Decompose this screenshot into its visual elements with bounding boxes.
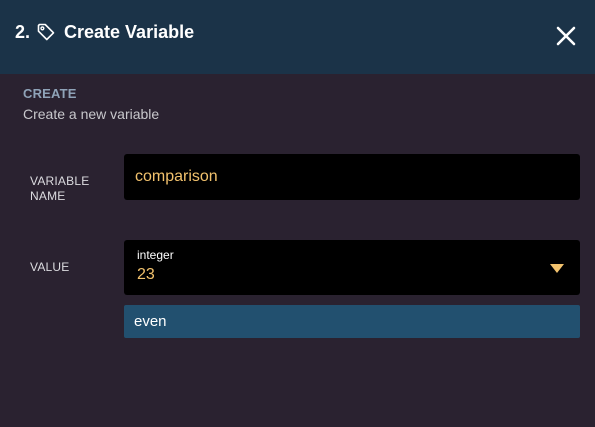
section-heading: CREATE: [23, 86, 77, 101]
section-subheading: Create a new variable: [23, 106, 160, 122]
create-variable-dialog: 2. Create Variable CREATE Create a new v…: [0, 0, 595, 427]
variable-name-input[interactable]: comparison: [124, 154, 580, 200]
close-icon[interactable]: [554, 24, 578, 48]
value-option-even[interactable]: even: [124, 305, 580, 338]
value-label: VALUE: [30, 260, 70, 274]
dialog-header: 2. Create Variable: [0, 0, 595, 74]
value-type-label: integer: [137, 248, 174, 262]
tag-icon: [36, 22, 56, 42]
value-select[interactable]: integer 23: [124, 240, 580, 295]
variable-name-label: VARIABLE NAME: [30, 174, 90, 203]
value-option-label[interactable]: even: [134, 313, 167, 330]
variable-name-value[interactable]: comparison: [135, 168, 218, 186]
value-selected[interactable]: 23: [137, 266, 155, 284]
step-number: 2.: [15, 21, 31, 42]
caret-down-icon[interactable]: [550, 264, 564, 273]
close-button[interactable]: [554, 24, 578, 48]
dialog-title-text: Create Variable: [64, 21, 195, 42]
dialog-title: 2. Create Variable: [15, 20, 194, 44]
